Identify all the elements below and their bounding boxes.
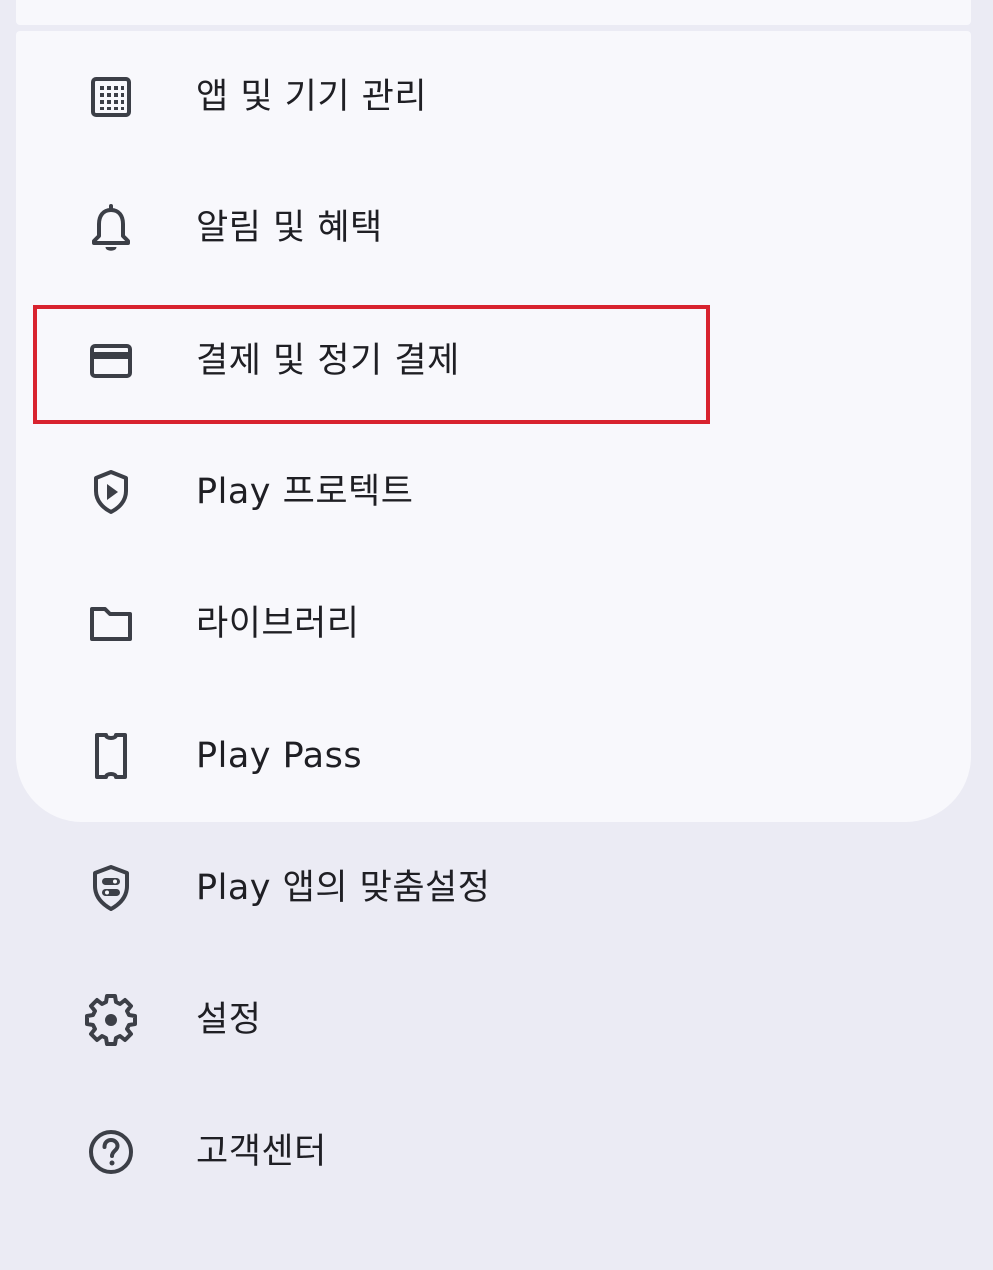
gear-icon (81, 990, 141, 1050)
menu-item-label: 앱 및 기기 관리 (196, 77, 428, 117)
shield-toggle-icon (81, 858, 141, 918)
menu-item-label: 라이브러리 (196, 604, 360, 644)
bell-icon (81, 198, 141, 258)
menu-item-label: Play Pass (196, 736, 363, 776)
menu-item-manage-apps[interactable]: 앱 및 기기 관리 (0, 37, 993, 157)
menu-item-play-protect[interactable]: Play 프로텍트 (0, 432, 993, 552)
menu-item-label: 고객센터 (196, 1132, 327, 1172)
credit-card-icon (81, 331, 141, 391)
shield-play-icon (81, 462, 141, 522)
previous-section-card (16, 0, 971, 25)
menu-item-notifications[interactable]: 알림 및 혜택 (0, 168, 993, 288)
menu-item-payments[interactable]: 결제 및 정기 결제 (0, 301, 993, 421)
menu-item-personalization[interactable]: Play 앱의 맞춤설정 (0, 828, 993, 948)
ticket-icon (81, 726, 141, 786)
menu-item-settings[interactable]: 설정 (0, 960, 993, 1080)
grid-icon (81, 67, 141, 127)
menu-item-label: Play 프로텍트 (196, 472, 414, 512)
menu-item-library[interactable]: 라이브러리 (0, 564, 993, 684)
menu-item-label: 설정 (196, 1000, 262, 1040)
menu-item-play-pass[interactable]: Play Pass (0, 696, 993, 816)
menu-item-label: 알림 및 혜택 (196, 208, 383, 248)
folder-icon (81, 594, 141, 654)
menu-item-label: 결제 및 정기 결제 (196, 341, 460, 381)
menu-item-label: Play 앱의 맞춤설정 (196, 868, 491, 908)
help-icon (81, 1122, 141, 1182)
menu-item-help[interactable]: 고객센터 (0, 1092, 993, 1212)
